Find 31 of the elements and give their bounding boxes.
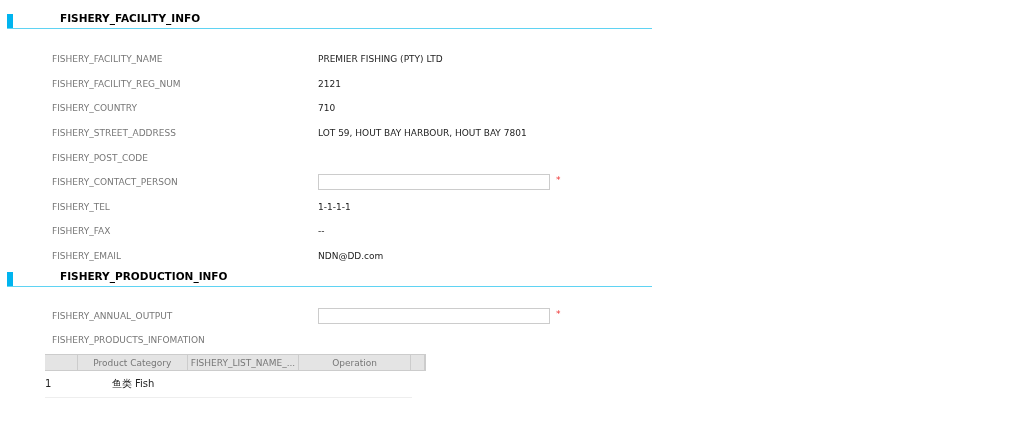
- field-label: FISHERY_TEL: [52, 201, 111, 212]
- section-marker: [7, 272, 13, 287]
- field-value: 710: [318, 103, 336, 114]
- field-label: FISHERY_FACILITY_REG_NUM: [52, 78, 182, 89]
- section-title: FISHERY_PRODUCTION_INFO: [60, 270, 228, 285]
- field-value: LOT 59, HOUT BAY HARBOUR, HOUT BAY 7801: [318, 128, 527, 139]
- field-label: FISHERY_CONTACT_PERSON: [52, 177, 179, 188]
- section-title: FISHERY_FACILITY_INFO: [60, 12, 201, 27]
- field-label: FISHERY_COUNTRY: [52, 103, 139, 114]
- column-header: FISHERY_LIST_NAME_...: [187, 354, 300, 370]
- field-label: FISHERY_EMAIL: [52, 251, 122, 262]
- field-value: --: [318, 226, 325, 237]
- field-label: FISHERY_PRODUCTS_INFOMATION: [52, 335, 206, 346]
- required-mark: *: [556, 175, 561, 186]
- field-label: FISHERY_STREET_ADDRESS: [52, 128, 177, 139]
- field-value: 2121: [318, 78, 341, 89]
- field-label: FISHERY_FACILITY_NAME: [52, 54, 164, 65]
- field-value: NDN@DD.com: [318, 251, 384, 262]
- input-field[interactable]: [318, 174, 550, 191]
- column-header: Operation: [299, 354, 412, 370]
- section-marker: [7, 14, 13, 28]
- field-value: PREMIER FISHING (PTY) LTD: [318, 54, 443, 65]
- column-header: Product Category: [77, 354, 188, 370]
- input-field[interactable]: [318, 307, 550, 324]
- field-label: FISHERY_FAX: [52, 226, 112, 237]
- required-mark: *: [556, 308, 561, 319]
- field-label: FISHERY_ANNUAL_OUTPUT: [52, 310, 174, 321]
- row-number: 1: [45, 378, 53, 390]
- field-value: 1-1-1-1: [318, 201, 351, 212]
- table-cell-text: 鱼类 Fish: [110, 376, 156, 391]
- field-label: FISHERY_POST_CODE: [52, 152, 149, 163]
